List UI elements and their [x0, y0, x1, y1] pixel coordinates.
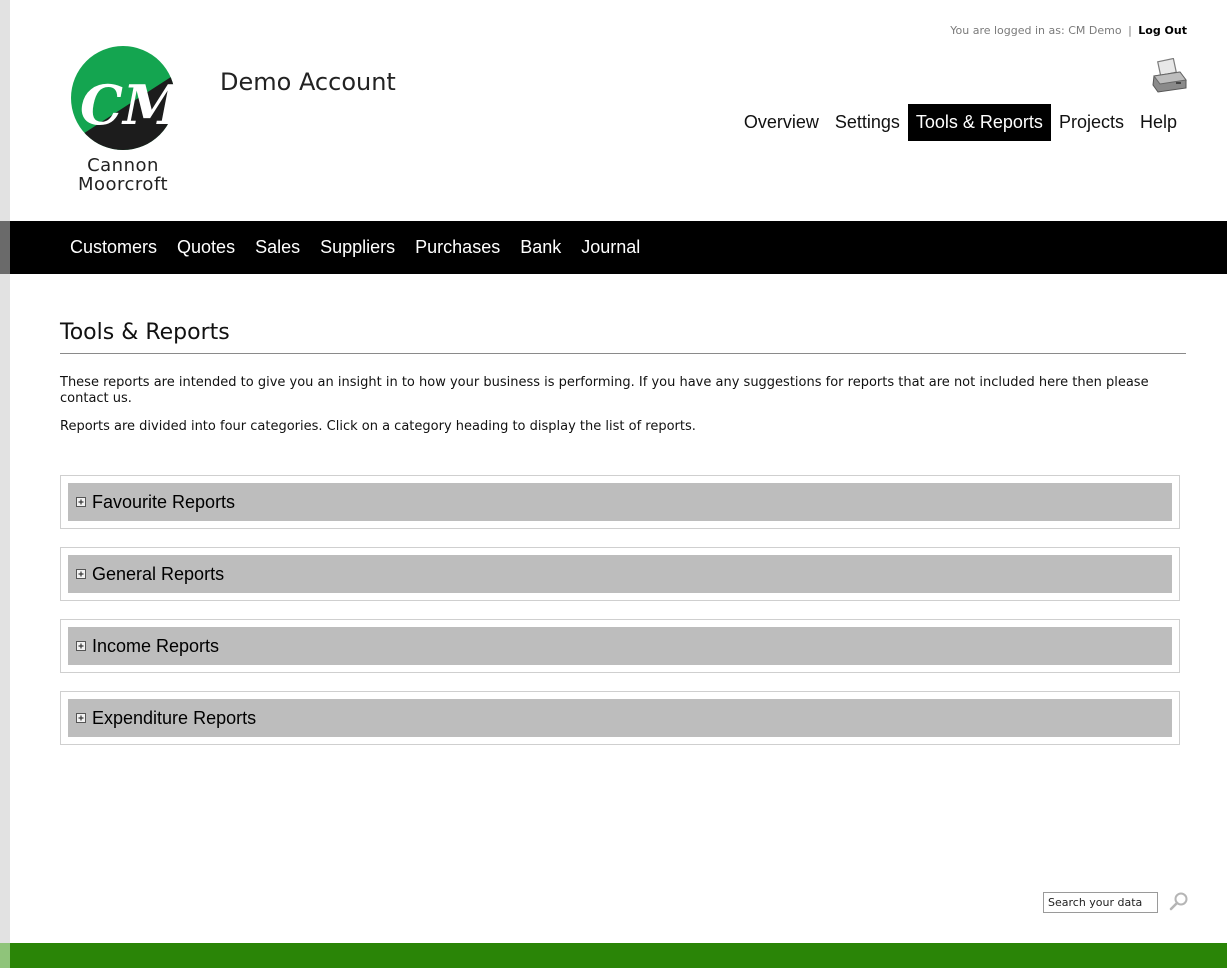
sub-nav-journal[interactable]: Journal [573, 237, 648, 258]
search-icon[interactable] [1168, 891, 1190, 913]
report-label: Income Reports [92, 635, 220, 656]
login-prefix: You are logged in as: [950, 24, 1065, 37]
sub-nav-bank[interactable]: Bank [512, 237, 569, 258]
left-rail [0, 0, 10, 968]
sub-nav-quotes[interactable]: Quotes [169, 237, 243, 258]
top-nav-overview[interactable]: Overview [736, 104, 827, 141]
footer-bar [10, 943, 1227, 968]
expand-plus-icon [76, 713, 86, 723]
login-separator: | [1128, 24, 1132, 37]
cm-logo-icon: CM [71, 46, 185, 150]
report-group-favourite: Favourite Reports [60, 475, 1180, 529]
login-user: CM Demo [1068, 24, 1122, 37]
top-nav: Overview Settings Tools & Reports Projec… [736, 104, 1185, 141]
cm-logo[interactable]: CM Cannon Moorcroft [58, 46, 188, 196]
sub-nav-suppliers[interactable]: Suppliers [312, 237, 403, 258]
sub-nav-customers[interactable]: Customers [62, 237, 165, 258]
sub-nav-purchases[interactable]: Purchases [407, 237, 508, 258]
intro-text: These reports are intended to give you a… [60, 375, 1190, 447]
intro-paragraph-2: Reports are divided into four categories… [60, 419, 696, 434]
expand-plus-icon [76, 569, 86, 579]
printer-icon[interactable] [1150, 57, 1188, 94]
sub-nav-sales[interactable]: Sales [247, 237, 308, 258]
left-rail-dark-segment [0, 221, 10, 274]
account-title: Demo Account [220, 68, 396, 96]
search-input[interactable] [1043, 891, 1158, 913]
page-title: Tools & Reports [60, 320, 230, 345]
report-label: Favourite Reports [92, 491, 236, 512]
expand-plus-icon [76, 497, 86, 507]
report-label: Expenditure Reports [92, 707, 257, 728]
top-nav-settings[interactable]: Settings [827, 104, 908, 141]
login-bar: You are logged in as: CM Demo | Log Out [950, 24, 1187, 37]
report-group-expenditure: Expenditure Reports [60, 691, 1180, 745]
report-label: General Reports [92, 563, 225, 584]
report-header-general[interactable]: General Reports [68, 555, 1172, 593]
report-group-general: General Reports [60, 547, 1180, 601]
report-group-income: Income Reports [60, 619, 1180, 673]
intro-paragraph-1: These reports are intended to give you a… [60, 375, 1149, 406]
logo-text-line1: Cannon [87, 155, 159, 176]
report-header-expenditure[interactable]: Expenditure Reports [68, 699, 1172, 737]
top-nav-help[interactable]: Help [1132, 104, 1185, 141]
top-nav-projects[interactable]: Projects [1051, 104, 1132, 141]
logo-text: Cannon Moorcroft [58, 156, 188, 194]
search-area [1043, 891, 1190, 913]
title-divider [60, 353, 1186, 354]
left-rail-green-segment [0, 943, 10, 968]
sub-nav: Customers Quotes Sales Suppliers Purchas… [10, 221, 1227, 274]
logo-text-line2: Moorcroft [77, 174, 169, 195]
report-header-income[interactable]: Income Reports [68, 627, 1172, 665]
expand-plus-icon [76, 641, 86, 651]
report-header-favourite[interactable]: Favourite Reports [68, 483, 1172, 521]
logout-link[interactable]: Log Out [1138, 24, 1187, 37]
top-nav-tools-reports[interactable]: Tools & Reports [907, 104, 1051, 141]
svg-text:CM: CM [80, 73, 185, 137]
